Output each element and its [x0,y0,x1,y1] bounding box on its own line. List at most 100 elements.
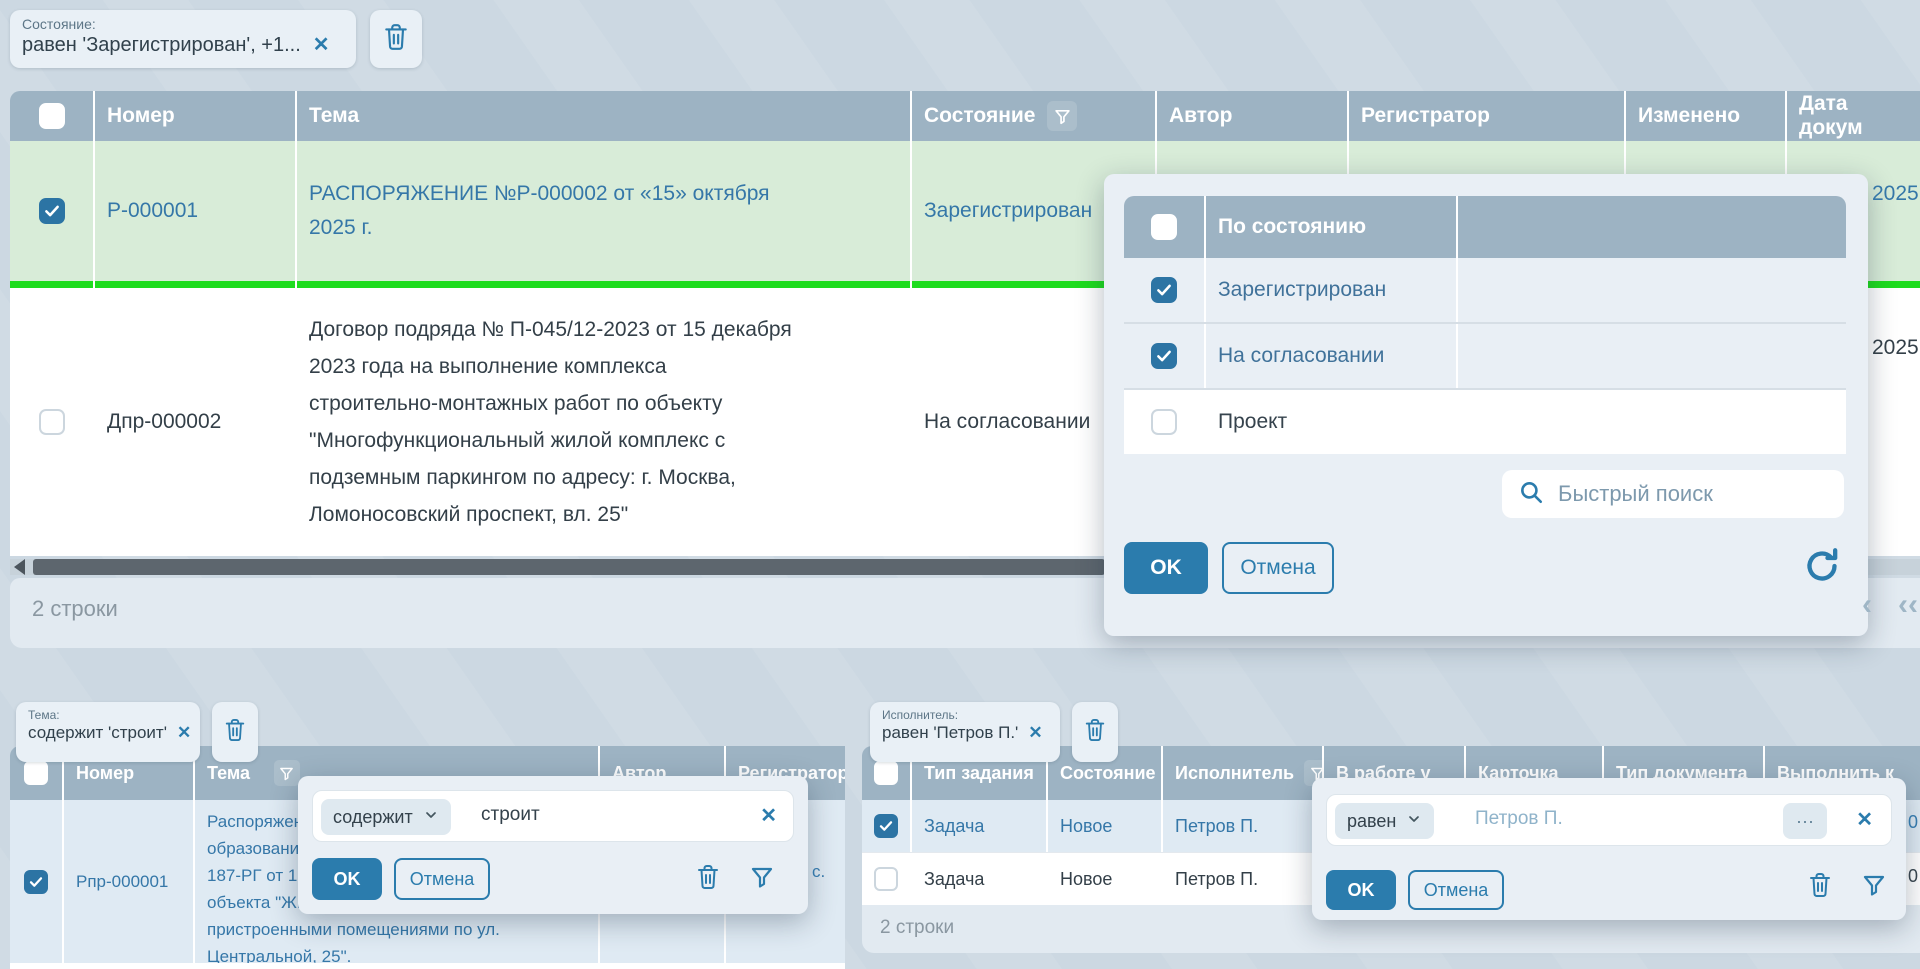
clear-filters-button[interactable] [370,10,422,68]
cell-number: Р-000001 [95,141,297,281]
select-all-checkbox[interactable] [874,761,898,785]
cell-state: Новое [1048,800,1163,852]
column-header-state[interactable]: Состояние [912,91,1157,141]
cell-task-type: Задача [912,853,1048,905]
cancel-button[interactable]: Отмена [394,858,490,900]
select-all-checkbox[interactable] [24,761,48,785]
filter-icon[interactable] [1862,873,1886,902]
chip-value: содержит 'строит' [28,722,167,744]
column-header-registrar[interactable]: Регистратор [1349,91,1626,141]
trash-icon[interactable] [1808,872,1832,903]
column-header-modified[interactable]: Изменено [1626,91,1787,141]
trash-icon [383,23,409,56]
clear-value-icon[interactable]: ✕ [760,803,777,828]
cancel-button[interactable]: Отмена [1222,542,1334,594]
state-filter-chip[interactable]: Состояние: равен 'Зарегистрирован', +1..… [10,10,356,68]
filter-funnel-icon[interactable] [1047,101,1077,131]
cancel-button[interactable]: Отмена [1408,870,1504,910]
chip-value: равен 'Зарегистрирован', +1... [22,32,301,58]
popup-options-table: По состоянию Зарегистрирован На согласов… [1124,196,1846,454]
cell-state: Новое [1048,853,1163,905]
row-checkbox[interactable] [874,867,898,891]
more-button[interactable]: ··· [1783,803,1827,839]
close-icon[interactable]: ✕ [177,722,191,744]
column-header-doc-date[interactable]: Дата докум [1787,91,1920,141]
scroll-left-icon[interactable] [14,559,25,575]
popup-select-all[interactable] [1124,196,1206,258]
state-filter-popup: По состоянию Зарегистрирован На согласов… [1104,174,1868,636]
header-select-all[interactable] [10,91,95,141]
due-date-fragment: 0 [1908,812,1918,833]
refresh-icon[interactable] [1802,546,1842,591]
filter-icon[interactable] [750,865,774,894]
ok-button[interactable]: OK [312,858,382,900]
clear-filters-button[interactable] [212,702,258,762]
chip-label: Тема: [28,708,188,722]
option-label: Зарегистрирован [1206,258,1458,322]
cell-executor: Петров П. [1163,853,1324,905]
option-checkbox[interactable] [1151,277,1177,303]
pagination-prev-icon[interactable]: ‹ [1862,588,1872,622]
row-count: 2 строки [32,596,118,622]
ok-button[interactable]: OK [1124,542,1208,594]
pagination-first-icon[interactable]: ‹‹ [1898,588,1918,622]
theme-filter-popup: содержит строит ✕ OK Отмена [298,776,808,914]
table-row-partial [10,963,845,969]
cell-number: Дпр-000002 [95,288,297,556]
trash-icon[interactable] [696,864,720,895]
option-checkbox[interactable] [1151,343,1177,369]
chevron-down-icon [1406,811,1422,832]
clear-value-icon[interactable]: ✕ [1856,807,1873,832]
clear-filters-button[interactable] [1072,702,1118,762]
row-checkbox[interactable] [39,409,65,435]
cell-theme: Договор подряда № П-045/12-2023 от 15 де… [297,288,912,556]
chip-value: равен 'Петров П.' [882,722,1018,744]
scrollbar-thumb[interactable] [33,559,1105,575]
popup-column-empty [1458,196,1846,258]
executor-filter-chip[interactable]: Исполнитель: равен 'Петров П.' ✕ [870,702,1060,762]
row-count: 2 строки [880,917,954,939]
cell-number: Рпр-000001 [64,800,195,963]
chevron-down-icon [423,807,439,828]
quick-search-input[interactable]: Быстрый поиск [1502,470,1844,518]
option-checkbox[interactable] [1151,409,1177,435]
popup-option-row[interactable]: На согласовании [1124,324,1846,390]
executor-filter-popup: равен Петров П. ··· ✕ OK Отмена [1312,778,1906,920]
row-checkbox[interactable] [39,198,65,224]
cell-theme: РАСПОРЯЖЕНИЕ №Р-000002 от «15» октября 2… [297,141,912,281]
select-all-checkbox[interactable] [1151,214,1177,240]
column-header-executor[interactable]: Исполнитель [1163,746,1324,800]
filter-funnel-icon[interactable] [274,760,300,786]
select-all-checkbox[interactable] [39,103,65,129]
filter-value-input[interactable]: Петров П. [1475,808,1563,830]
due-date-fragment: 0 [1908,866,1918,887]
popup-table-header: По состоянию [1124,196,1846,258]
filter-condition-input[interactable]: равен Петров П. ··· ✕ [1326,794,1892,846]
close-icon[interactable]: ✕ [313,32,330,58]
row-checkbox[interactable] [874,814,898,838]
trash-icon [224,718,246,747]
cell-task-type: Задача [912,800,1048,852]
doc-date-fragment: 2025 [1872,182,1919,206]
filter-value-input[interactable]: строит [481,804,540,826]
row-checkbox[interactable] [24,870,48,894]
column-header-author[interactable]: Автор [1157,91,1349,141]
filter-condition-input[interactable]: содержит строит ✕ [312,790,794,842]
close-icon[interactable]: ✕ [1028,722,1042,744]
registrar-fragment: с. [812,862,825,882]
popup-column-header[interactable]: По состоянию [1206,196,1458,258]
option-label: Проект [1206,390,1458,454]
operator-select[interactable]: равен [1335,803,1434,839]
column-header-number[interactable]: Номер [95,91,297,141]
column-header-theme[interactable]: Тема [297,91,912,141]
chip-label: Состояние: [22,16,344,32]
app-window: Состояние: равен 'Зарегистрирован', +1..… [0,0,1920,969]
operator-select[interactable]: содержит [321,799,451,835]
ok-button[interactable]: OK [1326,870,1396,910]
popup-option-row[interactable]: Зарегистрирован [1124,258,1846,324]
popup-option-row[interactable]: Проект [1124,390,1846,454]
documents-table-header: Номер Тема Состояние Автор Регистратор И… [10,91,1920,141]
theme-filter-chip[interactable]: Тема: содержит 'строит' ✕ [16,702,200,762]
trash-icon [1084,718,1106,747]
search-icon [1518,479,1544,510]
